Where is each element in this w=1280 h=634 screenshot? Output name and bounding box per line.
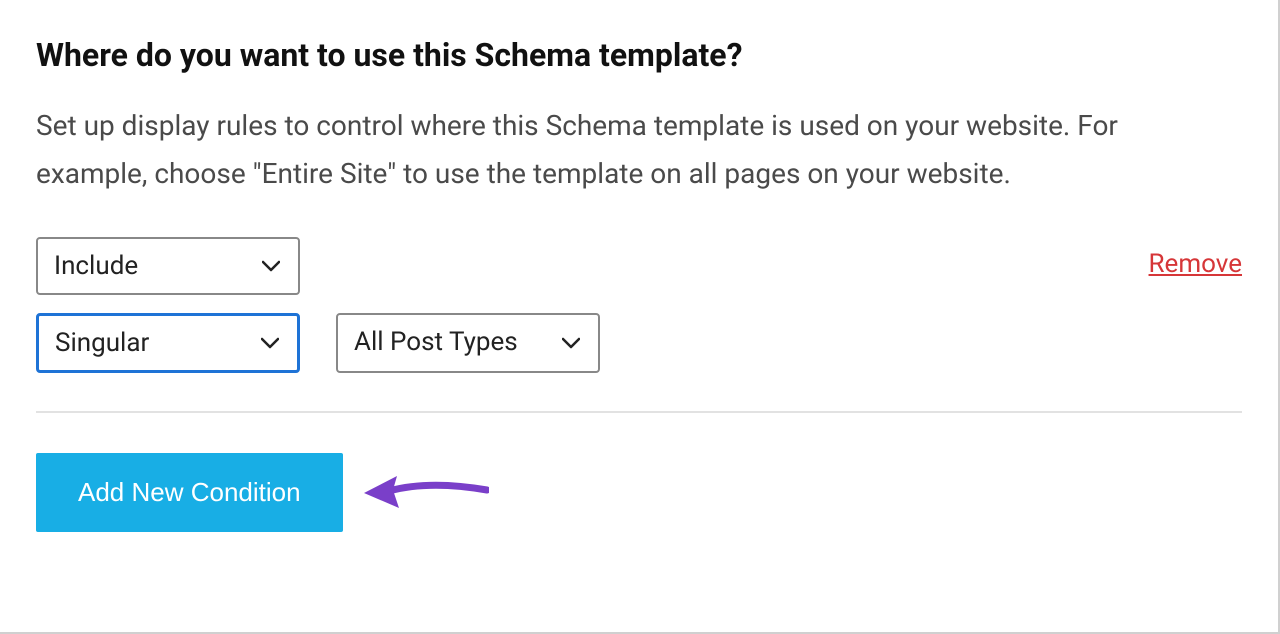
scope-select-value: Singular [55, 328, 149, 358]
include-select[interactable]: Include [36, 237, 300, 295]
chevron-down-icon [261, 337, 279, 349]
section-heading: Where do you want to use this Schema tem… [36, 36, 1242, 74]
section-description: Set up display rules to control where th… [36, 102, 1186, 197]
remove-link[interactable]: Remove [1149, 237, 1242, 279]
include-select-value: Include [54, 251, 138, 281]
chevron-down-icon [562, 337, 580, 349]
rule-row: Include Singular All Post Types [36, 237, 1242, 373]
chevron-down-icon [262, 260, 280, 272]
scope-select[interactable]: Singular [36, 313, 300, 373]
divider [36, 411, 1242, 413]
posttype-select-value: All Post Types [354, 327, 518, 357]
arrow-annotation-icon [359, 468, 489, 518]
add-condition-button[interactable]: Add New Condition [36, 453, 343, 532]
posttype-select[interactable]: All Post Types [336, 313, 600, 373]
selects-group: Include Singular All Post Types [36, 237, 600, 373]
